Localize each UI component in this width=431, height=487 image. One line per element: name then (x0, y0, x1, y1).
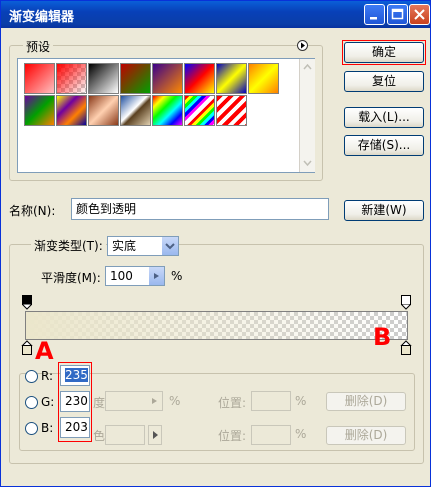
title-bar[interactable]: 渐变编辑器 (1, 1, 430, 28)
color-stop-left[interactable] (21, 340, 33, 356)
preset-chrome[interactable] (120, 95, 151, 126)
stop-color-swatch (105, 425, 145, 445)
smoothness-unit: % (171, 269, 183, 283)
r-radio[interactable] (25, 370, 38, 383)
color-position-label: 位置: (218, 429, 247, 443)
preset-blue-red-yellow[interactable] (184, 63, 215, 94)
preset-red-green[interactable] (120, 63, 151, 94)
preset-transparent-rainbow[interactable] (184, 95, 215, 126)
preset-black-white[interactable] (88, 63, 119, 94)
rgb-highlight-box (58, 362, 92, 442)
name-field[interactable]: 颜色到透明 (71, 198, 329, 220)
color-stop-right[interactable] (400, 340, 412, 356)
preset-violet-green-orange[interactable] (24, 95, 55, 126)
opacity-stop-left[interactable] (21, 294, 33, 310)
preset-orange-yellow-orange[interactable] (248, 63, 279, 94)
gradient-type-select[interactable]: 实底 (107, 236, 179, 256)
presets-menu-icon[interactable] (297, 40, 308, 51)
opacity-field (105, 391, 163, 411)
preset-spectrum[interactable] (152, 95, 183, 126)
preset-violet-orange[interactable] (152, 63, 183, 94)
preset-transparent-stripes[interactable] (216, 95, 247, 126)
maximize-icon[interactable] (387, 4, 408, 25)
close-icon[interactable] (409, 4, 430, 25)
preset-yellow-violet-orange-blue[interactable] (56, 95, 87, 126)
gradient-editor-window: 渐变编辑器 预设 确定 复位 载入(L)... 存储(S)... 名称(N): … (0, 0, 431, 487)
smoothness-field[interactable]: 100 (105, 266, 165, 286)
smoothness-value: 100 (110, 269, 133, 283)
b-label: B: (41, 421, 54, 435)
opacity-position-unit: % (295, 394, 307, 408)
ok-highlight-box (342, 40, 426, 65)
gradient-preview-bar[interactable] (25, 311, 408, 340)
chevron-down-icon[interactable] (162, 237, 178, 255)
annotation-a: A (35, 337, 54, 365)
preset-red-gradient[interactable] (24, 63, 55, 94)
smoothness-arrow-icon[interactable] (149, 267, 164, 285)
delete-color-stop-button: 删除(D) (326, 426, 406, 445)
r-label: R: (41, 369, 54, 383)
save-button[interactable]: 存储(S)... (344, 135, 424, 156)
opacity-position-field (251, 391, 291, 411)
color-position-field (251, 425, 291, 445)
load-button[interactable]: 载入(L)... (344, 107, 424, 128)
b-radio[interactable] (25, 422, 38, 435)
preset-red-transparent[interactable] (56, 63, 87, 94)
stop-color-arrow-icon (148, 425, 162, 445)
name-label: 名称(N): (9, 204, 56, 218)
color-position-unit: % (295, 427, 307, 441)
preset-blue-yellow-blue[interactable] (216, 63, 247, 94)
annotation-b: B (373, 323, 392, 351)
reset-button[interactable]: 复位 (344, 71, 424, 92)
preset-copper[interactable] (88, 95, 119, 126)
window-title: 渐变编辑器 (9, 10, 75, 25)
presets-label: 预设 (23, 38, 54, 55)
opacity-stop-right[interactable] (400, 294, 412, 310)
gradient-type-label: 渐变类型(T): (31, 237, 106, 254)
smoothness-label: 平滑度(M): (41, 271, 101, 285)
opacity-position-label: 位置: (218, 396, 247, 410)
opacity-unit: % (169, 394, 181, 408)
g-label: G: (41, 395, 55, 409)
g-radio[interactable] (25, 396, 38, 409)
delete-opacity-stop-button: 删除(D) (326, 392, 406, 411)
presets-scrollbar[interactable] (299, 59, 315, 172)
new-button[interactable]: 新建(W) (344, 200, 424, 221)
preset-swatch-grid (17, 58, 315, 173)
minimize-icon[interactable] (364, 4, 385, 25)
gradient-type-value: 实底 (112, 239, 137, 253)
